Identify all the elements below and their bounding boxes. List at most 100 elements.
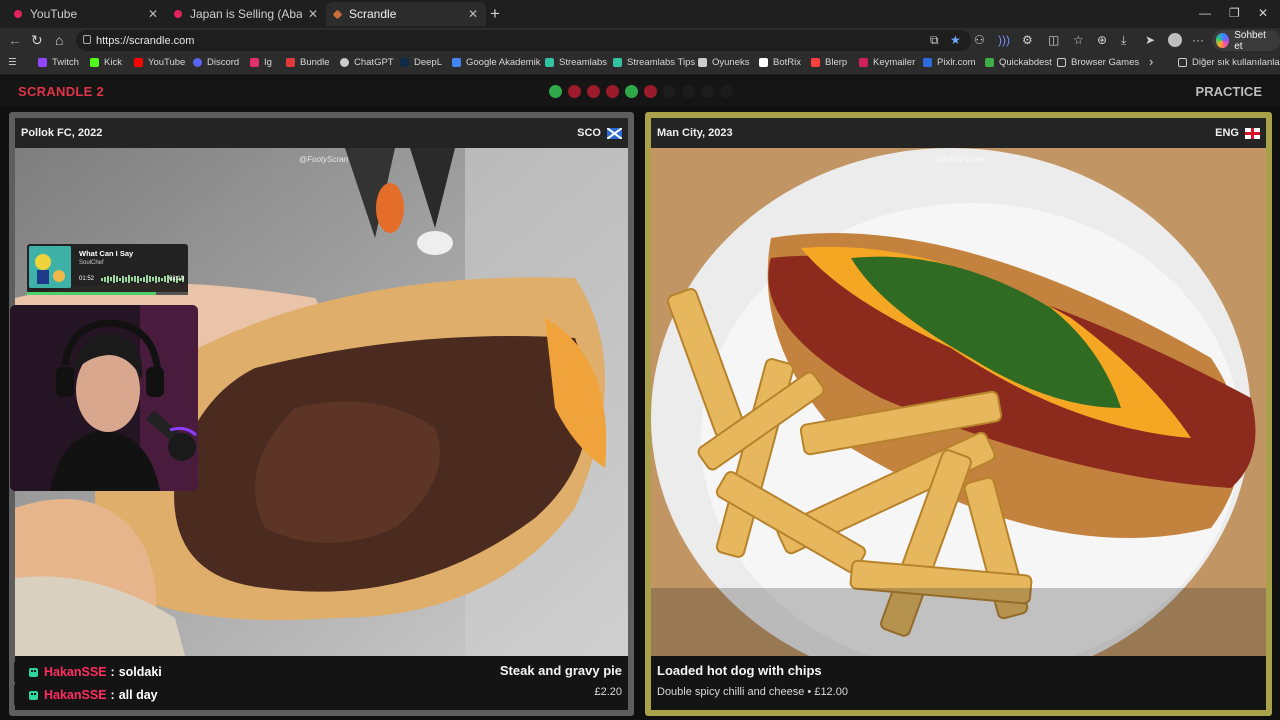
tab-strip: YouTube ✕ Japan is Selling (Abandoned) H… bbox=[0, 0, 1280, 28]
bookmark-label: Pixlr.com bbox=[937, 57, 976, 68]
bookmark-twitch[interactable]: Twitch bbox=[38, 57, 79, 68]
bookmark-label: ChatGPT bbox=[354, 57, 394, 68]
home-icon[interactable]: ⌂ bbox=[55, 32, 63, 48]
bookmark-quickabdest[interactable]: Quickabdest bbox=[985, 57, 1052, 68]
bookmark-instagram[interactable]: Ig bbox=[250, 57, 272, 68]
round-dot-wrong bbox=[587, 85, 600, 98]
visualizer-bar bbox=[116, 276, 118, 282]
album-art-image bbox=[29, 246, 71, 288]
bookmark-streamlabs[interactable]: Streamlabs bbox=[545, 57, 607, 68]
youtube-favicon-icon bbox=[174, 10, 182, 18]
bookmarks-overflow-button[interactable]: › bbox=[1149, 54, 1153, 69]
bookmark-youtube[interactable]: YouTube bbox=[134, 57, 185, 68]
copilot-label: Sohbet et bbox=[1234, 29, 1266, 52]
copilot-chat-button[interactable]: Sohbet et bbox=[1212, 29, 1280, 52]
bookmark-pixlr[interactable]: Pixlr.com bbox=[923, 57, 976, 68]
folder-icon bbox=[1178, 58, 1187, 67]
favorite-star-icon[interactable]: ★ bbox=[950, 33, 961, 47]
dish-price: £2.20 bbox=[594, 686, 622, 698]
bookmark-keymailer[interactable]: Keymailer bbox=[859, 57, 915, 68]
round-dot-wrong bbox=[568, 85, 581, 98]
bookmark-discord[interactable]: Discord bbox=[193, 57, 239, 68]
quickabdest-icon bbox=[985, 58, 994, 67]
round-dot-correct bbox=[549, 85, 562, 98]
chat-username: HakanSSE bbox=[44, 688, 107, 702]
visualizer-bar bbox=[137, 275, 139, 283]
song-progress-bar bbox=[27, 292, 188, 295]
visualizer-bar bbox=[158, 276, 160, 282]
visualizer-bar bbox=[161, 277, 163, 281]
extension-icon[interactable]: ))) bbox=[998, 33, 1010, 47]
round-dot-pending bbox=[701, 85, 714, 98]
tab-scrandle[interactable]: Scrandle ✕ bbox=[326, 2, 486, 26]
extensions-puzzle-icon[interactable]: ⚙ bbox=[1022, 33, 1033, 47]
tab-youtube[interactable]: YouTube ✕ bbox=[6, 2, 166, 26]
app-available-icon[interactable]: ⧉ bbox=[930, 33, 939, 48]
close-window-icon[interactable]: ✕ bbox=[1258, 6, 1268, 20]
visualizer-bar bbox=[122, 275, 124, 283]
other-bookmarks-folder[interactable]: Diğer sık kullanılanlar bbox=[1178, 57, 1280, 68]
round-dot-pending bbox=[720, 85, 733, 98]
option-right-card[interactable]: Man City, 2023 ENG @FootyScran Loaded ho… bbox=[645, 112, 1272, 716]
bookmark-kick[interactable]: Kick bbox=[90, 57, 122, 68]
more-menu-icon[interactable]: ··· bbox=[1192, 33, 1204, 47]
photo-watermark: @FootyScran bbox=[935, 155, 985, 164]
bookmark-streamlabs-tips[interactable]: Streamlabs Tips bbox=[613, 57, 695, 68]
tab-japan-video[interactable]: Japan is Selling (Abandoned) Hou ✕ bbox=[166, 2, 326, 26]
youtube-icon bbox=[134, 58, 143, 67]
bookmark-folder-browser-games[interactable]: Browser Games bbox=[1057, 57, 1139, 68]
game-logo[interactable]: SCRANDLE 2 bbox=[18, 84, 104, 99]
minimize-icon[interactable]: — bbox=[1199, 6, 1211, 20]
hotdog-photo-illustration bbox=[651, 148, 1266, 656]
bookmark-oyuneks[interactable]: Oyuneks bbox=[698, 57, 750, 68]
bookmark-label: DeepL bbox=[414, 57, 442, 68]
team-year-label: Man City, 2023 bbox=[657, 127, 733, 139]
song-artist: SoulChef bbox=[79, 260, 104, 266]
google-scholar-icon bbox=[452, 58, 461, 67]
collections-icon[interactable]: ⊕ bbox=[1097, 33, 1107, 47]
streamlabs-icon bbox=[613, 58, 622, 67]
favorites-icon[interactable]: ☆ bbox=[1073, 33, 1084, 47]
visualizer-bar bbox=[131, 277, 133, 281]
round-dot-correct bbox=[625, 85, 638, 98]
bookmark-chatgpt[interactable]: ChatGPT bbox=[340, 57, 394, 68]
visualizer-bar bbox=[146, 275, 148, 283]
share-icon[interactable]: ➤ bbox=[1145, 33, 1155, 47]
blerp-icon bbox=[811, 58, 820, 67]
country-label: SCO bbox=[577, 127, 622, 139]
visualizer-bar bbox=[125, 276, 127, 282]
bookmark-label: Twitch bbox=[52, 57, 79, 68]
downloads-icon[interactable]: ⤓ bbox=[1121, 33, 1126, 48]
total-time: 02:19 bbox=[168, 276, 184, 282]
profile-avatar[interactable] bbox=[1168, 33, 1182, 47]
bookmark-bundle[interactable]: Bundle bbox=[286, 57, 330, 68]
country-code: SCO bbox=[577, 127, 601, 139]
back-icon[interactable]: ← bbox=[8, 32, 22, 48]
new-tab-button[interactable]: + bbox=[490, 4, 500, 24]
card-header: Man City, 2023 ENG bbox=[651, 118, 1266, 148]
close-tab-icon[interactable]: ✕ bbox=[148, 7, 158, 21]
extension-icon[interactable]: ⚇ bbox=[974, 33, 985, 47]
chat-badge-icon bbox=[29, 667, 38, 677]
url-text: https://scrandle.com bbox=[96, 34, 195, 47]
bookmark-google-scholar[interactable]: Google Akademik bbox=[452, 57, 540, 68]
bookmark-label: Discord bbox=[207, 57, 240, 68]
close-tab-icon[interactable]: ✕ bbox=[468, 7, 478, 21]
bookmark-deepl[interactable]: DeepL bbox=[400, 57, 442, 68]
pixlr-icon bbox=[923, 58, 932, 67]
bundle-icon bbox=[286, 58, 295, 67]
maximize-icon[interactable]: ❐ bbox=[1229, 6, 1240, 20]
split-screen-icon[interactable]: ◫ bbox=[1048, 33, 1059, 47]
bookmark-label: Keymailer bbox=[873, 57, 916, 68]
refresh-icon[interactable]: ↻ bbox=[31, 32, 43, 49]
england-flag-icon bbox=[1245, 127, 1260, 139]
sidebar-toggle-icon[interactable]: ☰ bbox=[8, 57, 17, 68]
bookmark-label: Google Akademik bbox=[466, 57, 541, 68]
bookmark-blerp[interactable]: Blerp bbox=[811, 57, 847, 68]
practice-mode-label[interactable]: PRACTICE bbox=[1196, 84, 1262, 99]
visualizer-bar bbox=[119, 277, 121, 281]
tab-title: Scrandle bbox=[349, 7, 397, 21]
address-bar[interactable]: https://scrandle.com bbox=[76, 30, 971, 51]
bookmark-botrix[interactable]: BotRix bbox=[759, 57, 801, 68]
close-tab-icon[interactable]: ✕ bbox=[308, 7, 318, 21]
